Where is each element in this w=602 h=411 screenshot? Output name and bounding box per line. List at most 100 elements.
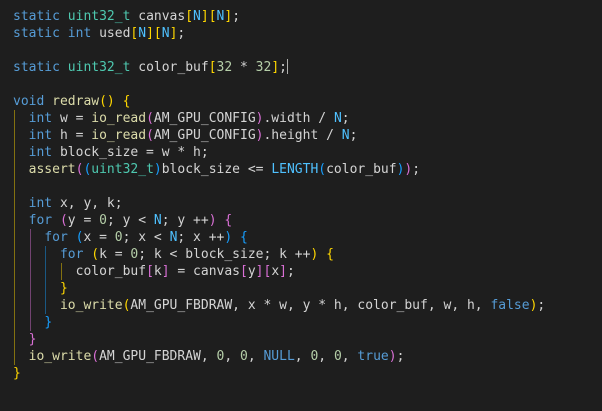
code-token: x = [83, 230, 115, 245]
code-token: for [28, 213, 60, 228]
code-token: int [28, 111, 60, 126]
code-token: 0 [240, 349, 248, 364]
code-token: void [13, 94, 53, 109]
code-token: } [44, 315, 53, 330]
code-token: ] [224, 9, 233, 24]
code-token: block_size = w * h; [59, 145, 209, 160]
code-token: io_read [91, 111, 147, 126]
code-token: } [13, 366, 21, 381]
code-token: AM_GPU_CONFIG [153, 111, 256, 126]
code-token: .height / [263, 128, 342, 143]
code-token: { [240, 230, 248, 245]
code-token: y [247, 264, 256, 279]
code-line[interactable]: assert((uint32_t)block_size <= LENGTH(co… [13, 161, 420, 178]
code-line[interactable]: } [13, 365, 21, 382]
code-token: io_write [59, 298, 123, 313]
code-token: ] [271, 60, 280, 75]
code-line[interactable]: io_write(AM_GPU_FBDRAW, 0, 0, NULL, 0, 0… [13, 348, 405, 365]
code-token: [ [146, 264, 154, 279]
code-token: ; y < [106, 213, 154, 228]
code-token: ) [208, 213, 217, 228]
code-token: used [99, 26, 131, 41]
code-token: } [59, 281, 68, 296]
code-token: int [28, 128, 60, 143]
code-line[interactable]: int x, y, k; [13, 195, 123, 212]
code-token: N [341, 128, 350, 143]
code-token: LENGTH [271, 162, 319, 177]
code-token: 32 [216, 60, 233, 75]
code-token: ( [146, 111, 154, 126]
code-token: for [44, 230, 76, 245]
code-line[interactable]: int h = io_read(AM_GPU_CONFIG).height / … [13, 127, 358, 144]
code-token: io_write [28, 349, 92, 364]
code-token: ; [396, 349, 405, 364]
code-token: x, y, k; [59, 196, 123, 211]
text-cursor [286, 59, 288, 74]
code-token: 32 [255, 60, 272, 75]
code-line[interactable]: static uint32_t canvas[N][N]; [13, 8, 240, 25]
code-token: [ [240, 264, 248, 279]
code-line[interactable]: io_write(AM_GPU_FBDRAW, x * w, y * h, co… [13, 297, 545, 314]
code-token: ; [177, 26, 186, 41]
code-token: redraw [52, 94, 100, 109]
code-line[interactable]: } [13, 280, 68, 297]
code-token: , [200, 349, 217, 364]
code-line[interactable]: } [13, 331, 37, 348]
code-line[interactable]: for (y = 0; y < N; y ++) { [13, 212, 233, 229]
code-token: ( [318, 162, 327, 177]
code-token: ][ [146, 26, 162, 41]
code-token: ][ [200, 9, 217, 24]
code-token: uint32_t [91, 162, 154, 177]
code-token: ; [412, 162, 421, 177]
code-token: k = [99, 247, 131, 262]
code-token: ( [91, 247, 100, 262]
code-line[interactable]: int block_size = w * h; [13, 144, 209, 161]
code-token: NULL [263, 349, 295, 364]
code-token: , [341, 349, 358, 364]
code-line[interactable]: for (k = 0; k < block_size; k ++) { [13, 246, 334, 263]
code-token: 0 [114, 230, 123, 245]
code-token: false [490, 298, 530, 313]
code-token: } [28, 332, 37, 347]
code-line[interactable]: static uint32_t color_buf[32 * 32]; [13, 59, 288, 76]
code-token: ] [255, 264, 264, 279]
code-token: { [326, 247, 334, 262]
code-line[interactable]: } [13, 314, 52, 331]
code-line[interactable]: int w = io_read(AM_GPU_CONFIG).width / N… [13, 110, 350, 127]
code-token: () [99, 94, 115, 109]
code-token: , x * w, y * h, color_buf, w, h, [232, 298, 491, 313]
code-line[interactable]: void redraw() { [13, 93, 130, 110]
code-token: block_size <= [161, 162, 272, 177]
code-line[interactable]: color_buf[k] = canvas[y][x]; [13, 263, 295, 280]
code-token: * [232, 60, 256, 75]
code-token: int [28, 196, 60, 211]
code-line[interactable]: static int used[N][N]; [13, 25, 185, 42]
code-token: canvas [138, 9, 186, 24]
code-token: ) [388, 349, 397, 364]
code-token: ; [349, 128, 358, 143]
code-token: AM_GPU_FBDRAW [99, 349, 201, 364]
code-token: [ [208, 60, 217, 75]
code-token: , [224, 349, 240, 364]
code-token: 0 [99, 213, 107, 228]
code-token: io_read [91, 128, 147, 143]
code-token: assert [28, 162, 76, 177]
code-token: ; [232, 9, 241, 24]
code-token: , [318, 349, 334, 364]
code-token: int [28, 145, 60, 160]
code-editor[interactable]: static uint32_t canvas[N][N]; static int … [0, 0, 602, 411]
code-token: N [138, 26, 147, 41]
code-line[interactable]: for (x = 0; x < N; x ++) { [13, 229, 248, 246]
code-token: static [13, 60, 68, 75]
code-token: color_buf [75, 264, 147, 279]
code-token: ; [341, 111, 350, 126]
